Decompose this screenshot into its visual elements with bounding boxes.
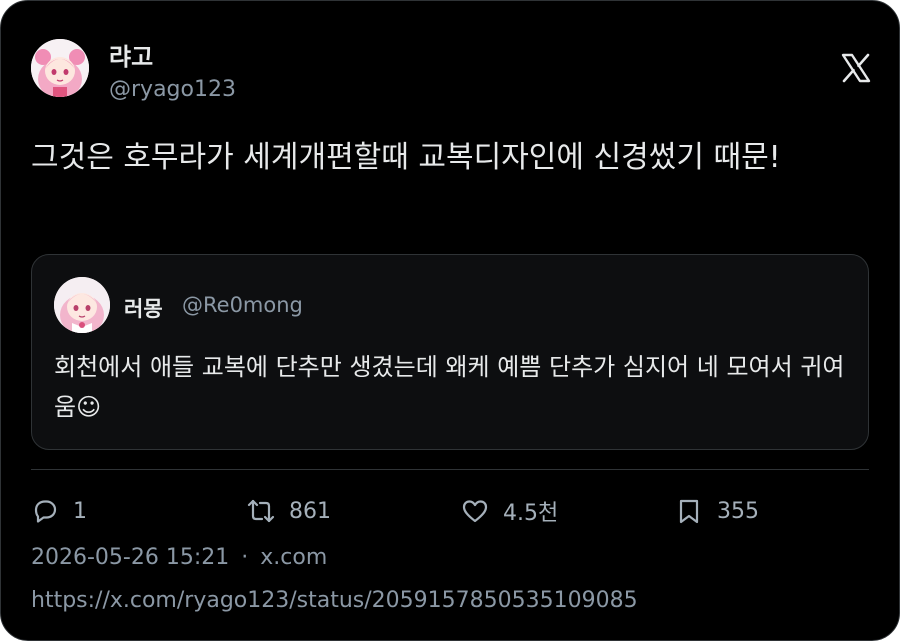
quoted-avatar-illustration: [54, 277, 110, 333]
timestamp[interactable]: 2026-05-26 15:21: [31, 545, 229, 570]
retweet-icon: [247, 499, 275, 523]
source-label[interactable]: x.com: [260, 545, 327, 570]
author-display-name[interactable]: 랴고: [109, 37, 153, 72]
bookmark-icon: [679, 499, 699, 524]
author-handle[interactable]: @ryago123: [109, 77, 236, 102]
tweet-url[interactable]: https://x.com/ryago123/status/2059157850…: [31, 588, 638, 613]
like-button[interactable]: 4.5천: [461, 493, 558, 529]
tweet-text: 그것은 호무라가 세계개편할때 교복디자인에 신경썼기 때문!: [31, 140, 781, 175]
bookmark-count: 355: [717, 498, 759, 524]
heart-icon: [462, 500, 488, 523]
reply-icon: [34, 500, 57, 523]
like-count: 4.5천: [503, 501, 559, 526]
quoted-tweet[interactable]: 러몽 @Re0mong 회천에서 애들 교복에 단추만 생겼는데 왜케 예쁨 단…: [31, 254, 869, 450]
reply-count: 1: [73, 498, 87, 524]
retweet-count: 861: [289, 498, 331, 524]
meta-separator: ·: [241, 545, 249, 570]
quoted-author-display-name[interactable]: 러몽: [124, 293, 163, 323]
avatar-illustration: [31, 39, 89, 97]
quoted-tweet-text: 회천에서 애들 교복에 단추만 생겼는데 왜케 예쁨 단추가 심지어 네 모여서…: [54, 353, 845, 421]
bookmark-button[interactable]: 355: [675, 493, 759, 529]
reply-button[interactable]: 1: [31, 493, 87, 529]
retweet-button[interactable]: 861: [247, 493, 331, 529]
quoted-author-handle[interactable]: @Re0mong: [182, 293, 303, 317]
x-logo-icon[interactable]: [841, 53, 871, 83]
tweet-meta: 2026-05-26 15:21 · x.com: [31, 545, 327, 570]
quoted-author-avatar[interactable]: [54, 277, 110, 333]
divider: [31, 469, 869, 470]
tweet-card: 랴고 @ryago123 그것은 호무라가 세계개편할때 교복디자인에 신경썼기…: [0, 0, 900, 641]
author-avatar[interactable]: [31, 39, 89, 97]
